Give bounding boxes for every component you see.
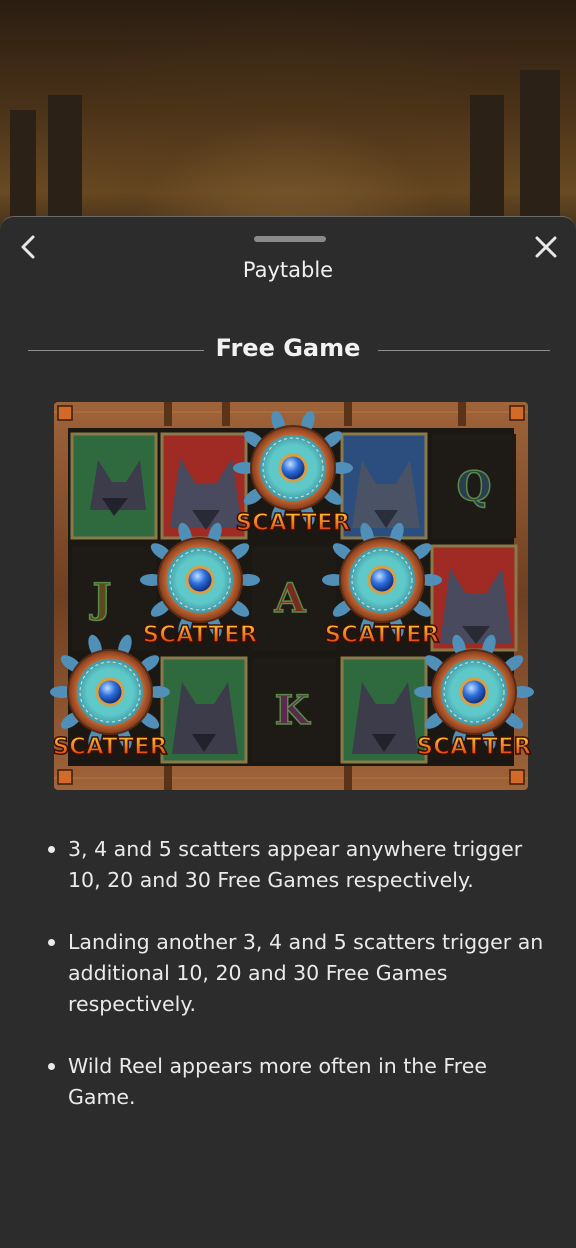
wolf-symbol xyxy=(70,432,158,540)
wolf-symbol xyxy=(430,544,518,652)
rule-item: Landing another 3, 4 and 5 scatters trig… xyxy=(46,927,552,1020)
rules-list: 3, 4 and 5 scatters appear anywhere trig… xyxy=(46,834,552,1144)
sheet-drag-handle[interactable] xyxy=(254,236,326,242)
background-tower xyxy=(470,95,504,220)
wolf-symbol xyxy=(340,656,428,764)
section-title: Free Game xyxy=(215,334,361,362)
background-tower xyxy=(10,110,36,220)
letter-symbol-k: K xyxy=(252,658,336,762)
rule-item: Wild Reel appears more often in the Free… xyxy=(46,1051,552,1113)
game-background xyxy=(0,0,576,240)
wolf-symbol xyxy=(160,656,248,764)
letter-symbol-a: A xyxy=(252,546,336,650)
scatter-label: SCATTER xyxy=(143,622,258,648)
scatter-label: SCATTER xyxy=(417,734,532,760)
free-game-reels-illustration: Q J A K SCATTER SCATTER SCATTER SCATTER SCAT… xyxy=(50,402,534,790)
svg-text:Q: Q xyxy=(457,463,492,510)
wolf-symbol xyxy=(340,432,428,540)
scatter-label: SCATTER xyxy=(325,622,440,648)
scatter-label: SCATTER xyxy=(53,734,168,760)
svg-text:K: K xyxy=(275,687,311,734)
scatter-label: SCATTER xyxy=(236,510,351,536)
svg-text:J: J xyxy=(90,575,112,622)
wolf-symbol xyxy=(160,432,248,540)
background-tower xyxy=(520,70,560,220)
background-tower xyxy=(48,95,82,220)
svg-text:A: A xyxy=(273,575,306,622)
letter-symbol-q: Q xyxy=(432,434,516,538)
sheet-title: Paytable xyxy=(242,258,334,282)
rule-item: 3, 4 and 5 scatters appear anywhere trig… xyxy=(46,834,552,896)
